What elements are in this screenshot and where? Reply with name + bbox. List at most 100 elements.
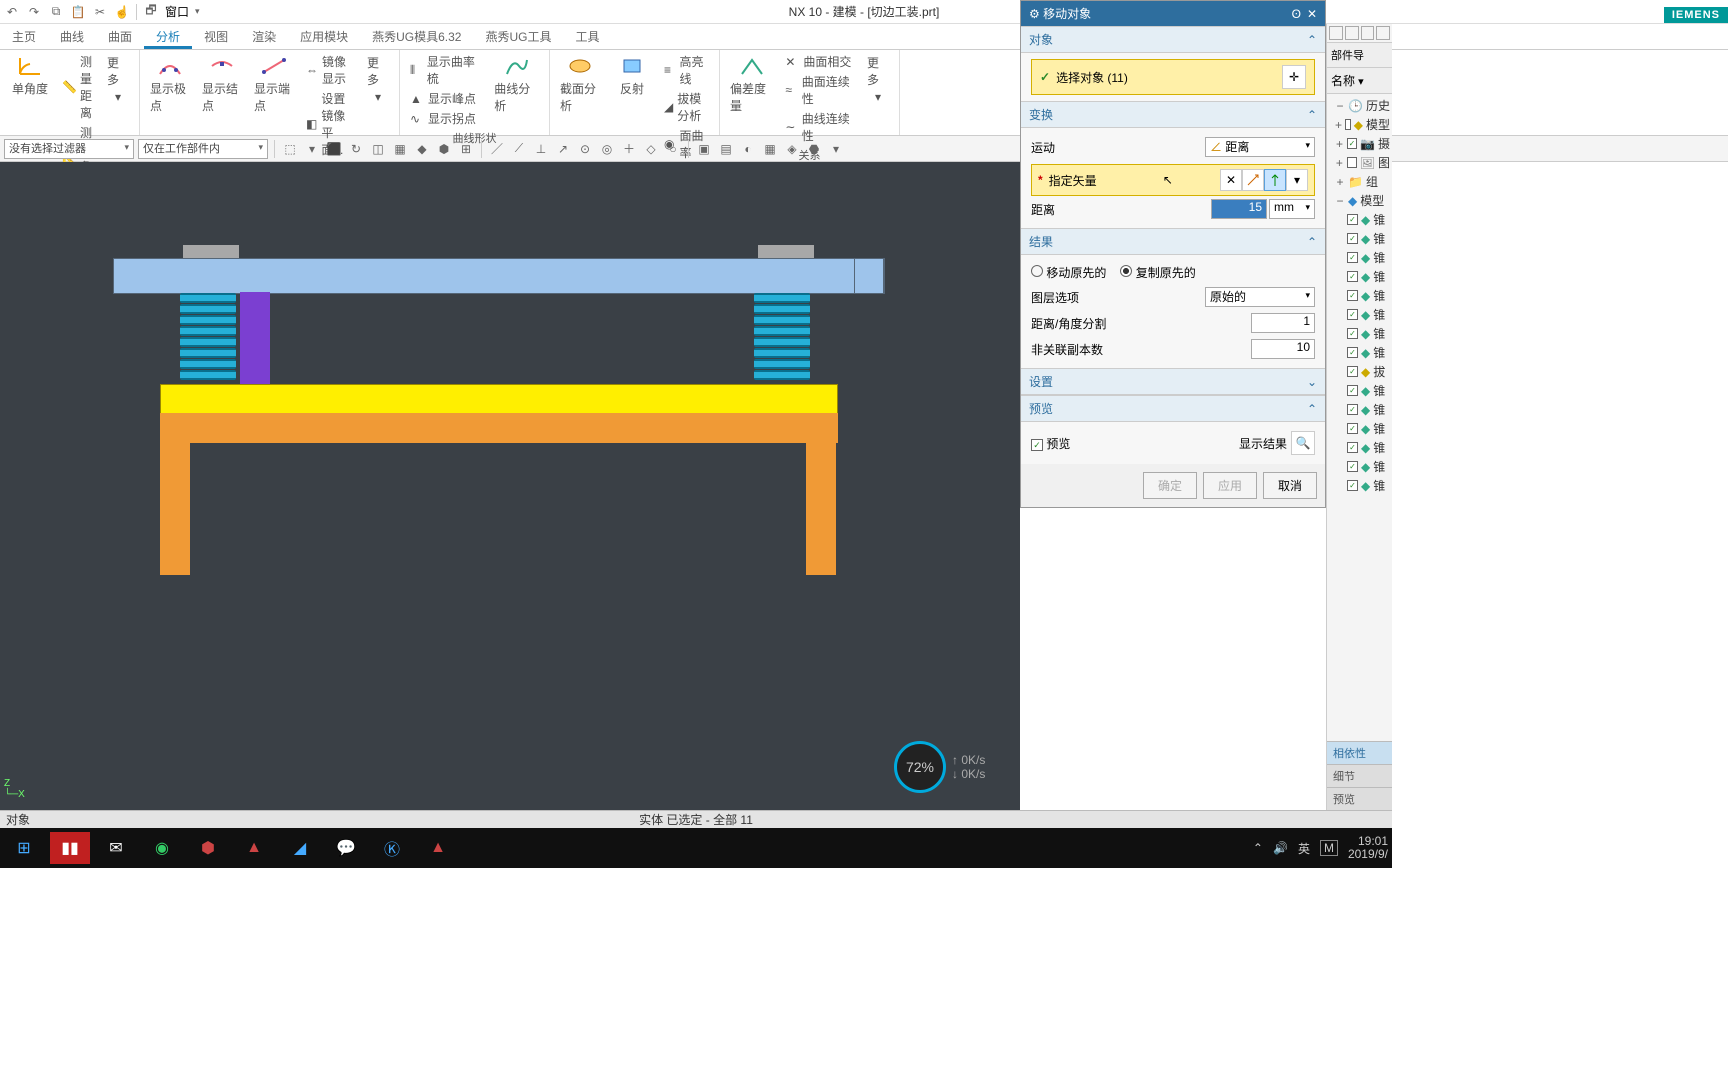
- vec-axis[interactable]: [1264, 169, 1286, 191]
- tab-yx1[interactable]: 燕秀UG模具6.32: [360, 24, 473, 49]
- tb-icon-19[interactable]: ▣: [695, 140, 713, 158]
- feature-node[interactable]: ✓◆锥: [1329, 248, 1390, 267]
- close-icon[interactable]: ✕: [1307, 7, 1317, 21]
- layout-icon[interactable]: [1345, 26, 1359, 40]
- tab-tools[interactable]: 工具: [563, 24, 611, 49]
- feature-node[interactable]: ✓◆锥: [1329, 286, 1390, 305]
- tree-node[interactable]: +✓📷摄: [1329, 134, 1390, 153]
- task-app-1[interactable]: ▮▮: [50, 832, 90, 864]
- feature-node[interactable]: ✓◆锥: [1329, 267, 1390, 286]
- tb-icon-22[interactable]: ▦: [761, 140, 779, 158]
- tb-icon-16[interactable]: ＋: [620, 140, 638, 158]
- more-display[interactable]: 更多▾: [363, 52, 393, 106]
- tab-app[interactable]: 应用模块: [288, 24, 360, 49]
- tb-icon-17[interactable]: ◇: [642, 140, 660, 158]
- section-preview[interactable]: 预览⌃: [1021, 395, 1325, 422]
- tab-render[interactable]: 渲染: [240, 24, 288, 49]
- task-wechat[interactable]: 💬: [326, 832, 366, 864]
- more-relation[interactable]: 更多▾: [863, 52, 893, 106]
- collapse-icon[interactable]: [1376, 26, 1390, 40]
- draft-analysis[interactable]: ◢拔模分析: [660, 89, 713, 125]
- measure-distance[interactable]: 📏测量距离: [58, 52, 99, 122]
- reflection[interactable]: 反射: [608, 52, 656, 99]
- vec-infer[interactable]: [1242, 169, 1264, 191]
- feature-node[interactable]: ✓◆锥: [1329, 324, 1390, 343]
- tab-home[interactable]: 主页: [0, 24, 48, 49]
- target-icon[interactable]: ✛: [1282, 65, 1306, 89]
- ok-button[interactable]: 确定: [1143, 472, 1197, 499]
- tab-curve[interactable]: 曲线: [48, 24, 96, 49]
- tab-yx2[interactable]: 燕秀UG工具: [473, 24, 563, 49]
- surface-intersect[interactable]: ✕曲面相交: [781, 52, 859, 71]
- window-menu[interactable]: 窗口: [165, 3, 189, 20]
- show-peak[interactable]: ▲显示峰点: [406, 89, 486, 108]
- curve-analysis[interactable]: 曲线分析: [490, 52, 543, 116]
- feature-node[interactable]: ✓◆锥: [1329, 457, 1390, 476]
- redo-icon[interactable]: ↷: [26, 4, 42, 20]
- feature-node[interactable]: ✓◆锥: [1329, 438, 1390, 457]
- cancel-button[interactable]: 取消: [1263, 472, 1317, 499]
- tb-icon-23[interactable]: ◈: [783, 140, 801, 158]
- feature-node[interactable]: ✓◆锥: [1329, 229, 1390, 248]
- show-inflection[interactable]: ∿显示拐点: [406, 109, 486, 128]
- cut-icon[interactable]: ✂: [92, 4, 108, 20]
- task-app-3[interactable]: ▲: [234, 832, 274, 864]
- more-measure[interactable]: 更多▾: [103, 52, 133, 106]
- highlight-line[interactable]: ≡高亮线: [660, 52, 713, 88]
- tb-icon-2[interactable]: ▾: [303, 140, 321, 158]
- surface-continuity[interactable]: ≈曲面连续性: [781, 72, 859, 108]
- show-curvature-comb[interactable]: ⫴显示曲率梳: [406, 52, 486, 88]
- tb-icon-3[interactable]: ⬛: [325, 140, 343, 158]
- tb-icon-4[interactable]: ↻: [347, 140, 365, 158]
- feature-node[interactable]: ✓◆拔: [1329, 362, 1390, 381]
- preview-checkbox[interactable]: ✓ 预览: [1031, 435, 1070, 452]
- section-analysis[interactable]: 截面分析: [556, 52, 604, 116]
- paste-icon[interactable]: 📋: [70, 4, 86, 20]
- section-object[interactable]: 对象⌃: [1021, 26, 1325, 53]
- feature-node[interactable]: ✓◆锥: [1329, 476, 1390, 495]
- panel-tab-dep[interactable]: 相依性: [1327, 741, 1392, 764]
- task-app-4[interactable]: ◢: [280, 832, 320, 864]
- tray-ime[interactable]: 英: [1298, 840, 1310, 857]
- panel-tab-detail[interactable]: 细节: [1327, 764, 1392, 787]
- feature-node[interactable]: ✓◆锥: [1329, 210, 1390, 229]
- copy-icon[interactable]: ⧉: [48, 4, 64, 20]
- touch-icon[interactable]: ☝: [114, 4, 130, 20]
- dialog-titlebar[interactable]: ⚙ 移动对象 ʘ✕: [1021, 1, 1325, 26]
- tray-m[interactable]: M: [1320, 840, 1338, 856]
- section-settings[interactable]: 设置⌄: [1021, 368, 1325, 395]
- layer-dropdown[interactable]: 原始的: [1205, 287, 1315, 307]
- feature-node[interactable]: ✓◆锥: [1329, 400, 1390, 419]
- specify-vector-row[interactable]: * 指定矢量 ↖ ✕ ▾: [1031, 164, 1315, 196]
- move-original-radio[interactable]: 移动原先的: [1031, 264, 1106, 281]
- tree-node[interactable]: −◆模型: [1329, 191, 1390, 210]
- task-mail[interactable]: ✉: [96, 832, 136, 864]
- select-object-row[interactable]: ✓ 选择对象 (11) ✛: [1031, 59, 1315, 95]
- tb-icon-11[interactable]: ⟋: [510, 140, 528, 158]
- tb-icon-20[interactable]: ▤: [717, 140, 735, 158]
- tab-surface[interactable]: 曲面: [96, 24, 144, 49]
- tb-icon-24[interactable]: ⬣: [805, 140, 823, 158]
- column-header[interactable]: 名称 ▾: [1327, 68, 1392, 94]
- tb-icon-25[interactable]: ▾: [827, 140, 845, 158]
- tree-node[interactable]: +🖼图: [1329, 153, 1390, 172]
- tb-icon-15[interactable]: ◎: [598, 140, 616, 158]
- tray-sound-icon[interactable]: 🔊: [1273, 841, 1288, 855]
- task-app-6[interactable]: ▲: [418, 832, 458, 864]
- feature-node[interactable]: ✓◆锥: [1329, 381, 1390, 400]
- tb-icon-10[interactable]: ／: [488, 140, 506, 158]
- feature-node[interactable]: ✓◆锥: [1329, 419, 1390, 438]
- show-endpoints[interactable]: 显示端点: [250, 52, 298, 116]
- tab-view[interactable]: 视图: [192, 24, 240, 49]
- pin-icon[interactable]: [1329, 26, 1343, 40]
- tree-node[interactable]: +📁组: [1329, 172, 1390, 191]
- tb-icon-8[interactable]: ⬢: [435, 140, 453, 158]
- reset-icon[interactable]: ʘ: [1292, 7, 1301, 21]
- task-app-5[interactable]: Ⓚ: [372, 832, 412, 864]
- window-icon[interactable]: 🗗: [143, 4, 159, 20]
- division-input[interactable]: 1: [1251, 313, 1315, 333]
- copies-input[interactable]: 10: [1251, 339, 1315, 359]
- tray-up-icon[interactable]: ⌃: [1253, 841, 1263, 855]
- show-knots[interactable]: 显示结点: [198, 52, 246, 116]
- vec-clear[interactable]: ✕: [1220, 169, 1242, 191]
